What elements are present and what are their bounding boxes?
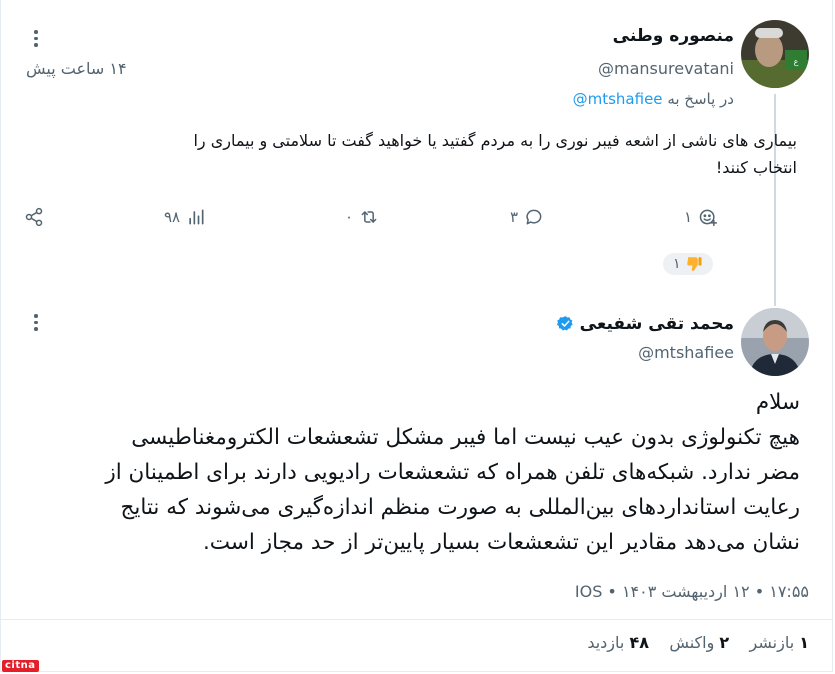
retweet-icon — [361, 211, 377, 223]
reply-count: ۳ — [510, 208, 519, 226]
divider — [0, 671, 833, 672]
reply-text-line: بیماری های ناشی از اشعه فیبر نوری را به … — [193, 131, 797, 150]
thumbs-down-icon — [686, 257, 702, 271]
reply-author-handle[interactable]: @mansurevatani — [598, 59, 734, 78]
views-button[interactable]: ۹۸ — [164, 207, 206, 227]
tweet-meta: ۱۷:۵۵ • ۱۲ اردیبهشت ۱۴۰۳ • IOS — [574, 582, 809, 601]
retweet-button[interactable]: ۰ — [345, 207, 379, 227]
avatar-mtshafiee[interactable] — [741, 308, 809, 376]
reposts-label: بازنشر — [749, 633, 795, 652]
share-button[interactable] — [24, 207, 44, 227]
citna-watermark: citna — [2, 660, 39, 672]
main-tweet-body: سلام هیچ تکنولوژی بدون عیب نیست اما فیبر… — [10, 385, 800, 560]
tweet-body-line: رعایت استانداردهای بین‌المللی به صورت من… — [120, 495, 800, 520]
main-author-name-text: محمد تقی شفیعی — [579, 314, 734, 334]
tweet-greeting: سلام — [755, 390, 800, 415]
verified-badge-icon — [556, 316, 573, 331]
thumbs-down-reaction[interactable]: ۱ — [663, 253, 713, 275]
svg-text:ع: ع — [794, 57, 799, 66]
tweet-body-line: نشان می‌دهد مقادیر این تشعشعات بسیار پای… — [202, 530, 800, 555]
reply-icon — [526, 209, 542, 225]
avatar-mansurevatani[interactable]: ع — [741, 20, 809, 88]
views-num: ۴۸ — [629, 633, 649, 652]
reactions-stat[interactable]: ۲ واکنش — [669, 633, 729, 652]
reply-timestamp: ۱۴ ساعت پیش — [26, 59, 127, 78]
reply-button[interactable]: ۳ — [510, 207, 544, 227]
reply-text-line: انتخاب کنند! — [715, 158, 797, 177]
reply-text: بیماری های ناشی از اشعه فیبر نوری را به … — [37, 127, 797, 181]
share-icon — [25, 207, 43, 227]
main-more-menu[interactable] — [33, 314, 39, 331]
reposts-num: ۱ — [799, 633, 809, 652]
reply-to-link[interactable]: @mtshafiee — [573, 90, 663, 108]
main-author-name[interactable]: محمد تقی شفیعی — [556, 314, 734, 334]
thumbs-down-count: ۱ — [673, 256, 681, 272]
views-stat[interactable]: ۴۸ بازدید — [587, 633, 649, 652]
tweet-stats: ۱ بازنشر ۲ واکنش ۴۸ بازدید — [587, 633, 809, 652]
reply-context: در پاسخ به @mtshafiee — [573, 90, 734, 108]
reposts-stat[interactable]: ۱ بازنشر — [750, 633, 809, 652]
add-reaction-icon — [699, 209, 718, 227]
reply-more-menu[interactable] — [33, 30, 39, 47]
reactions-num: ۲ — [719, 633, 730, 652]
views-label: بازدید — [587, 633, 625, 652]
tweet-body-line: مضر ندارد. شبکه‌های تلفن همراه که تشعشعا… — [105, 460, 800, 485]
reply-author-name[interactable]: منصوره وطنی — [613, 26, 734, 46]
thread-line — [774, 94, 776, 306]
react-button[interactable]: ۱ — [684, 207, 718, 227]
views-count: ۹۸ — [164, 208, 181, 226]
reply-prefix: در پاسخ به — [667, 90, 734, 108]
retweet-count: ۰ — [345, 208, 354, 226]
bar-chart-icon — [189, 209, 204, 225]
divider — [0, 619, 833, 620]
main-author-handle[interactable]: @mtshafiee — [638, 343, 734, 362]
tweet-body-line: هیچ تکنولوژی بدون عیب نیست اما فیبر مشکل… — [131, 425, 800, 450]
reaction-count: ۱ — [684, 208, 693, 226]
reactions-label: واکنش — [669, 633, 715, 652]
